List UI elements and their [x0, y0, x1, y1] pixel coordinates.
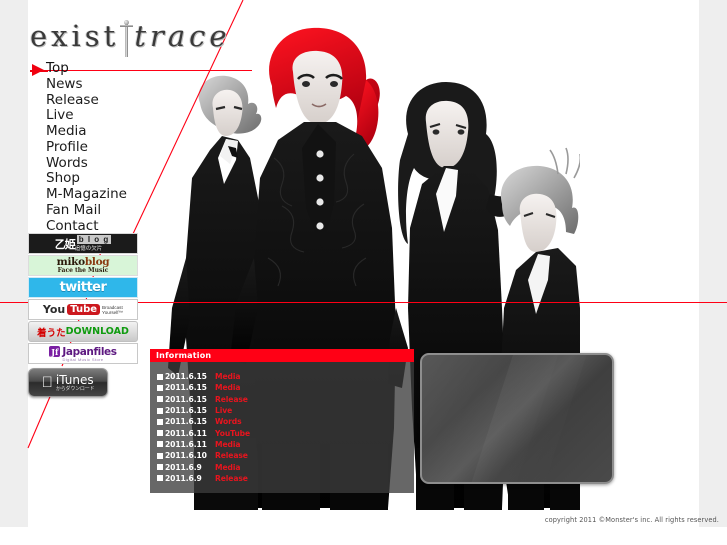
- nav-item-release[interactable]: Release: [46, 92, 176, 109]
- entry-category: Release: [215, 451, 248, 461]
- entry-date: 2011.6.15: [165, 383, 207, 393]
- bullet-icon: [157, 441, 163, 448]
- nav-item-top[interactable]: Top: [46, 61, 176, 77]
- entry-category: Media: [215, 383, 241, 393]
- entry-category: Live: [215, 406, 233, 416]
- youtube-tube-badge: Tube: [67, 304, 101, 315]
- banner-otome-title: 乙姫: [54, 237, 76, 251]
- nav-item-m-magazine[interactable]: M-Magazine: [46, 187, 176, 203]
- list-item[interactable]: 2011.6.11 YouTube: [157, 427, 414, 438]
- list-item[interactable]: 2011.6.10 Release: [157, 450, 414, 461]
- youtube-broadcast-line2: Yourself™: [102, 309, 124, 315]
- banner-japanfiles[interactable]: Jf Japanfiles Digital Music Store: [28, 343, 138, 364]
- list-item[interactable]: 2011.6.15 Release: [157, 394, 414, 405]
- entry-category: Words: [215, 417, 242, 427]
- bullet-icon: [157, 475, 163, 482]
- information-list: 2011.6.15 Media 2011.6.15 Media 2011.6.1…: [150, 362, 414, 493]
- list-item[interactable]: 2011.6.11 Media: [157, 439, 414, 450]
- twitter-label: twitter: [59, 280, 107, 295]
- itunes-label: iTunes: [50, 372, 94, 387]
- list-item[interactable]: 2011.6.15 Live: [157, 405, 414, 416]
- copyright-text: copyright 2011 ©Monster's inc. All right…: [544, 516, 719, 524]
- banner-miko-subtitle: Face the Music: [57, 267, 109, 274]
- entry-date: 2011.6.9: [165, 462, 202, 472]
- entry-date: 2011.6.15: [165, 372, 207, 382]
- dagger-icon: [120, 19, 134, 57]
- main-navigation: Top News Release Live Media Profile Word…: [46, 61, 176, 235]
- entry-date: 2011.6.15: [165, 406, 207, 416]
- page-root: exist trace Top News Release Live Media P…: [0, 0, 727, 545]
- entry-category: Media: [215, 462, 241, 472]
- banner-miko-blog[interactable]: mikoblog Face the Music: [28, 255, 138, 276]
- entry-date: 2011.6.11: [165, 428, 207, 438]
- footer-canvas: [0, 527, 727, 545]
- banner-twitter[interactable]: twitter: [28, 277, 138, 298]
- bullet-icon: [157, 464, 163, 471]
- list-item[interactable]: 2011.6.15 Media: [157, 371, 414, 382]
- logo-text-trace: trace: [134, 19, 231, 53]
- download-jp-text: 着うた: [37, 327, 66, 339]
- nav-item-media[interactable]: Media: [46, 124, 176, 140]
- nav-item-words[interactable]: Words: [46, 155, 176, 172]
- entry-date: 2011.6.11: [165, 439, 207, 449]
- list-item[interactable]: 2011.6.15 Media: [157, 382, 414, 393]
- active-nav-arrow-icon: [32, 64, 44, 76]
- youtube-broadcast-line1: Broadcast: [102, 304, 123, 310]
- nav-item-shop[interactable]: Shop: [46, 171, 176, 187]
- list-item[interactable]: 2011.6.15 Words: [157, 416, 414, 427]
- bullet-icon: [157, 396, 163, 403]
- list-item[interactable]: 2011.6.9 Media: [157, 461, 414, 472]
- entry-date: 2011.6.9: [165, 473, 202, 483]
- banner-otome-subtitle: 追憶の欠片: [74, 246, 103, 252]
- site-logo[interactable]: exist trace: [30, 14, 245, 60]
- itunes-sublabel: からダウンロード: [50, 385, 95, 392]
- nav-item-live[interactable]: Live: [46, 108, 176, 124]
- list-item[interactable]: 2011.6.9 Release: [157, 473, 414, 484]
- media-player-panel[interactable]: [420, 353, 614, 484]
- entry-category: Media: [215, 372, 241, 382]
- information-panel: Information 2011.6.15 Media 2011.6.15 Me…: [150, 349, 414, 493]
- japanfiles-subtitle: Digital Music Store: [62, 356, 104, 362]
- banner-chakuuta-download[interactable]: 着うた DOWNLOAD: [28, 321, 138, 342]
- entry-category: YouTube: [215, 428, 251, 438]
- bullet-icon: [157, 430, 163, 437]
- bullet-icon: [157, 407, 163, 414]
- entry-date: 2011.6.10: [165, 451, 207, 461]
- youtube-you-text: You: [42, 303, 66, 316]
- entry-category: Release: [215, 394, 248, 404]
- nav-item-fan-mail[interactable]: Fan Mail: [46, 203, 176, 219]
- logo-text-exist: exist: [30, 19, 120, 53]
- banner-itunes-download[interactable]:  iTunes からダウンロード: [28, 368, 108, 397]
- apple-icon: : [42, 375, 53, 390]
- bullet-icon: [157, 452, 163, 459]
- banner-links: 乙姫 b l o g 追憶の欠片 mikoblog Face the Music…: [28, 233, 148, 397]
- banner-otome-blog[interactable]: 乙姫 b l o g 追憶の欠片: [28, 233, 138, 254]
- entry-date: 2011.6.15: [165, 417, 207, 427]
- information-header: Information: [150, 349, 414, 362]
- bullet-icon: [157, 418, 163, 425]
- banner-youtube[interactable]: You Tube Broadcast Yourself™: [28, 299, 138, 320]
- bullet-icon: [157, 384, 163, 391]
- entry-category: Release: [215, 473, 248, 483]
- entry-category: Media: [215, 439, 241, 449]
- bullet-icon: [157, 373, 163, 380]
- nav-item-profile[interactable]: Profile: [46, 140, 176, 156]
- entry-date: 2011.6.15: [165, 394, 207, 404]
- download-en-text: DOWNLOAD: [65, 326, 129, 337]
- banner-otome-tag: b l o g: [76, 235, 112, 244]
- nav-item-news[interactable]: News: [46, 77, 176, 93]
- japanfiles-logo-icon: Jf: [49, 346, 61, 357]
